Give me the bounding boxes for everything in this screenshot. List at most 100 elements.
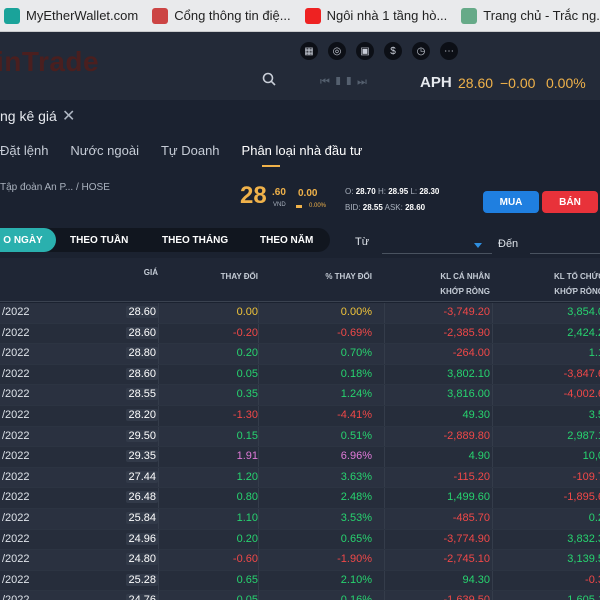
cell-pct: 0.51%	[340, 429, 372, 442]
tab-phan-loai-nha-dau-tu[interactable]: Phân loại nhà đầu tư	[242, 143, 363, 158]
wallet-icon	[4, 7, 20, 24]
column-divider	[158, 529, 159, 550]
quote-change-marker	[296, 205, 302, 208]
table-row[interactable]: /2022 25.84 1.10 3.53% -485.70 0.2	[0, 508, 600, 530]
cell-pct: 0.16%	[341, 594, 372, 600]
table-row[interactable]: /2022 27.44 1.20 3.63% -115.20 -109.7	[0, 467, 600, 489]
col-individual-1[interactable]: KL CÁ NHÂN	[440, 270, 490, 283]
clock-icon[interactable]: ◷	[412, 42, 430, 60]
col-institution-1[interactable]: KL TỔ CHỨC	[554, 270, 600, 283]
media-controls-icon[interactable]: ⏮❚❚⏭	[320, 76, 373, 89]
chevron-down-icon[interactable]	[474, 243, 482, 248]
column-divider	[384, 529, 385, 550]
tab-nuoc-ngoai[interactable]: Nước ngoài	[70, 143, 139, 158]
cell-price: 26.48	[126, 491, 158, 504]
to-date-input[interactable]	[530, 232, 600, 254]
cell-date: /2022	[2, 450, 30, 463]
cell-price: 29.50	[126, 429, 158, 442]
table-row[interactable]: /2022 28.20 -1.30 -4.41% 49.30 3.5	[0, 405, 600, 427]
cell-pct: 6.96%	[340, 450, 372, 463]
cell-pct: 2.48%	[340, 491, 372, 504]
table-row[interactable]: /2022 28.60 -0.20 -0.69% -2,385.90 2,424.2	[0, 323, 600, 345]
cell-price: 28.80	[126, 347, 158, 360]
table-row[interactable]: /2022 25.28 0.65 2.10% 94.30 -0.3	[0, 570, 600, 592]
calculator-icon[interactable]: ▦	[300, 42, 318, 60]
cell-inst: 3.5	[588, 408, 600, 421]
column-divider	[258, 447, 259, 467]
table-row[interactable]: /2022 29.50 0.15 0.51% -2,889.80 2,987.1	[0, 426, 600, 448]
col-change[interactable]: THAY ĐỔI	[221, 270, 258, 283]
quote-unit: VND	[273, 202, 286, 208]
more-icon[interactable]: ⋯	[440, 42, 458, 60]
cell-pct: 2.10%	[340, 573, 372, 586]
table-row[interactable]: /2022 24.76 0.05 0.16% -1,639.50 1,605.1	[0, 591, 600, 600]
column-divider	[158, 550, 159, 570]
column-divider	[384, 488, 385, 508]
cell-date: /2022	[2, 408, 30, 421]
column-divider	[384, 303, 385, 323]
buy-button[interactable]: MUA	[483, 191, 539, 213]
table-row[interactable]: /2022 24.96 0.20 0.65% -3,774.90 3,832.3	[0, 529, 600, 551]
cell-change: -0.20	[232, 326, 258, 339]
column-divider	[492, 529, 493, 550]
company-exchange: Tập đoàn An P... / HOSE	[0, 182, 110, 193]
table-row[interactable]: /2022 26.48 0.80 2.48% 1,499.60 -1,895.6	[0, 488, 600, 509]
cell-indv: -2,745.10	[443, 553, 490, 566]
table-row[interactable]: /2022 29.35 1.91 6.96% 4.90 10,0	[0, 447, 600, 468]
cell-date: /2022	[2, 347, 30, 360]
bookmark-myetherwallet[interactable]: MyEtherWallet.com	[4, 7, 139, 24]
cell-indv: -264.00	[452, 347, 490, 360]
bookmark-label: Cổng thông tin điệ...	[174, 8, 291, 23]
ticker-price: 28.60	[458, 75, 494, 91]
column-divider	[492, 550, 493, 570]
cell-price: 24.96	[126, 532, 158, 545]
cell-pct: 0.18%	[340, 367, 372, 380]
cell-price: 24.76	[126, 594, 158, 600]
cell-inst: -3,847.6	[563, 367, 600, 380]
table-row[interactable]: /2022 24.80 -0.60 -1.90% -2,745.10 3,139.5	[0, 550, 600, 571]
column-divider	[492, 323, 493, 344]
col-change-pct[interactable]: % THAY ĐỔI	[325, 270, 372, 283]
search-icon[interactable]	[262, 72, 276, 86]
column-divider	[384, 467, 385, 488]
cell-indv: -3,749.20	[443, 306, 490, 318]
cell-date: /2022	[2, 367, 30, 380]
cell-indv: -3,774.90	[443, 532, 490, 545]
gift-icon[interactable]: ▣	[356, 42, 374, 60]
cell-date: /2022	[2, 553, 30, 566]
column-divider	[258, 405, 259, 426]
column-divider	[492, 364, 493, 385]
cell-price: 25.28	[126, 573, 158, 586]
bookmark-trang-chu[interactable]: Trang chủ - Trắc ng...	[461, 7, 600, 24]
tab-theo-nam[interactable]: THEO NĂM	[260, 228, 313, 252]
coin-icon[interactable]: $	[384, 42, 402, 60]
bookmark-cong-thong-tin[interactable]: Cổng thông tin điệ...	[152, 7, 291, 24]
table-row[interactable]: /2022 28.60 0.00 0.00% -3,749.20 3,854.0	[0, 303, 600, 324]
tab-theo-ngay[interactable]: O NGÀY	[0, 228, 56, 252]
col-price[interactable]: GIÁ	[144, 266, 158, 279]
column-divider	[158, 426, 159, 447]
search-stock-icon[interactable]: ◎	[328, 42, 346, 60]
close-icon[interactable]: ✕	[62, 106, 75, 126]
cell-inst: 1.1	[588, 347, 600, 360]
document-icon	[152, 7, 169, 24]
ticker-symbol[interactable]: APH	[420, 74, 452, 91]
column-divider	[158, 467, 159, 488]
tab-dat-lenh[interactable]: Đặt lệnh	[0, 143, 48, 158]
tab-theo-tuan[interactable]: THEO TUẦN	[70, 228, 128, 252]
table-row[interactable]: /2022 28.60 0.05 0.18% 3,802.10 -3,847.6	[0, 364, 600, 386]
table-row[interactable]: /2022 28.80 0.20 0.70% -264.00 1.1	[0, 344, 600, 365]
column-divider	[158, 364, 159, 385]
toolbar-icons: ▦ ◎ ▣ $ ◷ ⋯	[300, 42, 458, 60]
bookmark-ngoi-nha[interactable]: Ngôi nhà 1 tầng hò...	[304, 7, 447, 24]
cell-change: 0.20	[236, 347, 258, 360]
tab-theo-thang[interactable]: THEO THÁNG	[162, 228, 228, 252]
cell-pct: 1.24%	[340, 388, 372, 401]
cell-date: /2022	[2, 326, 30, 339]
cell-pct: 0.00%	[340, 306, 372, 318]
tab-tu-doanh[interactable]: Tự Doanh	[161, 143, 220, 158]
bookmark-label: MyEtherWallet.com	[26, 8, 139, 23]
sell-button[interactable]: BÁN	[542, 191, 598, 213]
cell-date: /2022	[2, 470, 30, 483]
table-row[interactable]: /2022 28.55 0.35 1.24% 3,816.00 -4,002.6	[0, 385, 600, 406]
